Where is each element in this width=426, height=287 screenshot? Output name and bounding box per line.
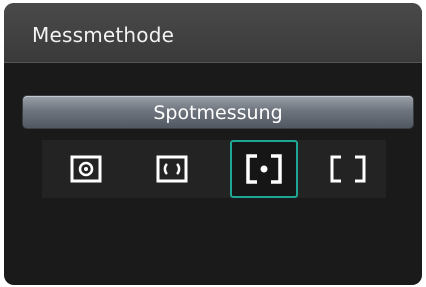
page-title: Messmethode <box>32 23 175 47</box>
center-weighted-metering-icon <box>330 155 366 183</box>
metering-options-row <box>42 140 386 198</box>
evaluative-metering-icon <box>70 155 102 183</box>
title-bar: Messmethode <box>4 3 422 63</box>
spot-metering-icon <box>246 154 282 184</box>
option-evaluative-metering[interactable] <box>52 140 120 198</box>
partial-metering-icon <box>156 155 188 183</box>
selected-mode-label: Spotmessung <box>153 102 283 124</box>
option-spot-metering[interactable] <box>230 140 298 198</box>
option-center-weighted-metering[interactable] <box>314 140 382 198</box>
option-partial-metering[interactable] <box>138 140 206 198</box>
selected-mode-bar: Spotmessung <box>22 95 414 129</box>
camera-menu-screen: Messmethode Spotmessung <box>4 3 422 285</box>
